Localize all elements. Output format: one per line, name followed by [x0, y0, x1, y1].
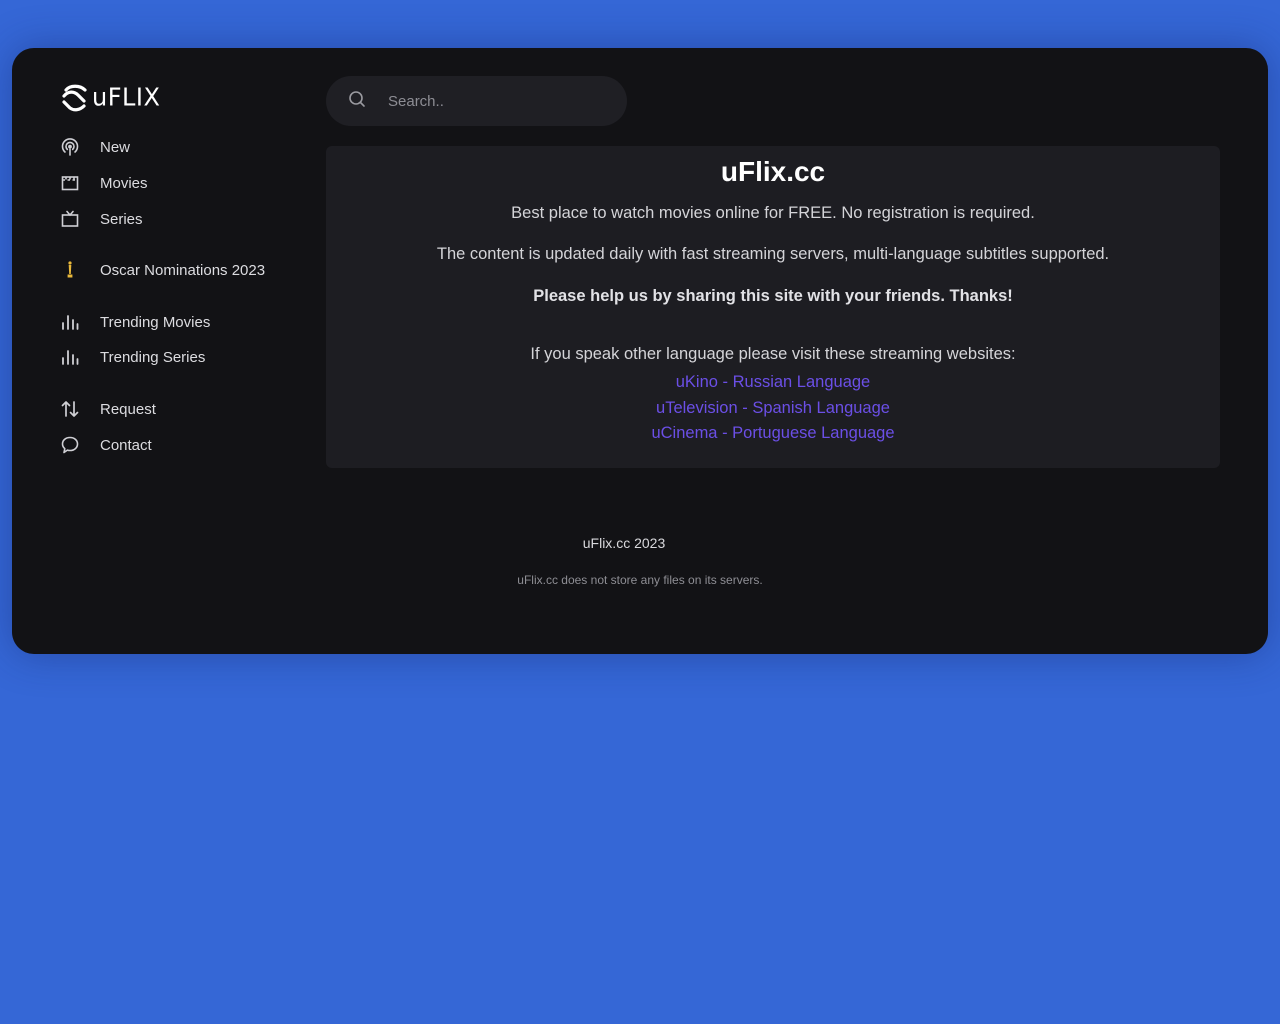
- sidebar-item-trending-movies[interactable]: Trending Movies: [60, 310, 210, 334]
- sidebar-item-label: Request: [100, 400, 156, 418]
- sidebar-item-label: Oscar Nominations 2023: [100, 261, 266, 279]
- footer-disclaimer: uFlix.cc does not store any files on its…: [517, 573, 763, 587]
- sidebar-item-contact[interactable]: Contact: [60, 433, 152, 457]
- bar-chart-icon: [60, 312, 80, 332]
- link-ukino[interactable]: uKino - Russian Language: [326, 370, 1220, 396]
- logo[interactable]: uFLIX: [60, 82, 160, 112]
- sidebar-item-label: Series: [100, 210, 143, 228]
- info-card: uFlix.cc Best place to watch movies onli…: [326, 146, 1220, 468]
- logo-text: uFLIX: [92, 82, 161, 112]
- sidebar-item-label: Movies: [100, 174, 148, 192]
- sidebar-item-trending-series[interactable]: Trending Series: [60, 345, 205, 369]
- sidebar-item-label: Contact: [100, 436, 152, 454]
- search-icon[interactable]: [348, 90, 366, 113]
- sidebar-item-new[interactable]: New: [60, 135, 130, 159]
- arrows-up-down-icon: [60, 399, 80, 419]
- tv-icon: [60, 209, 80, 229]
- link-utelevision[interactable]: uTelevision - Spanish Language: [326, 396, 1220, 422]
- sidebar-item-movies[interactable]: Movies: [60, 171, 148, 195]
- language-intro: If you speak other language please visit…: [530, 345, 1016, 363]
- uflix-logo-icon: [62, 84, 87, 112]
- search-bar[interactable]: [326, 76, 627, 126]
- bar-chart-icon: [60, 347, 80, 367]
- link-ucinema[interactable]: uCinema - Portuguese Language: [326, 421, 1220, 447]
- language-links: uKino - Russian Language uTelevision - S…: [326, 370, 1220, 447]
- podcast-icon: [60, 137, 80, 157]
- description: The content is updated daily with fast s…: [436, 245, 1110, 263]
- footer-copyright: uFlix.cc 2023: [582, 535, 666, 551]
- app-window: uFLIX New Movies Series Oscar Nomination…: [12, 48, 1268, 654]
- oscar-icon: [60, 260, 80, 280]
- search-input[interactable]: [388, 92, 588, 110]
- share-request: Please help us by sharing this site with…: [533, 287, 1013, 305]
- page-title: uFlix.cc: [720, 156, 826, 187]
- sidebar-item-oscar-nominations[interactable]: Oscar Nominations 2023: [60, 258, 265, 282]
- sidebar-item-label: Trending Series: [100, 348, 206, 366]
- sidebar-item-label: New: [100, 138, 131, 156]
- sidebar-item-request[interactable]: Request: [60, 397, 156, 421]
- sidebar-item-label: Trending Movies: [100, 313, 211, 331]
- sidebar-item-series[interactable]: Series: [60, 207, 143, 231]
- chat-bubble-icon: [60, 435, 80, 455]
- clapperboard-icon: [60, 173, 80, 193]
- tagline: Best place to watch movies online for FR…: [511, 204, 1035, 222]
